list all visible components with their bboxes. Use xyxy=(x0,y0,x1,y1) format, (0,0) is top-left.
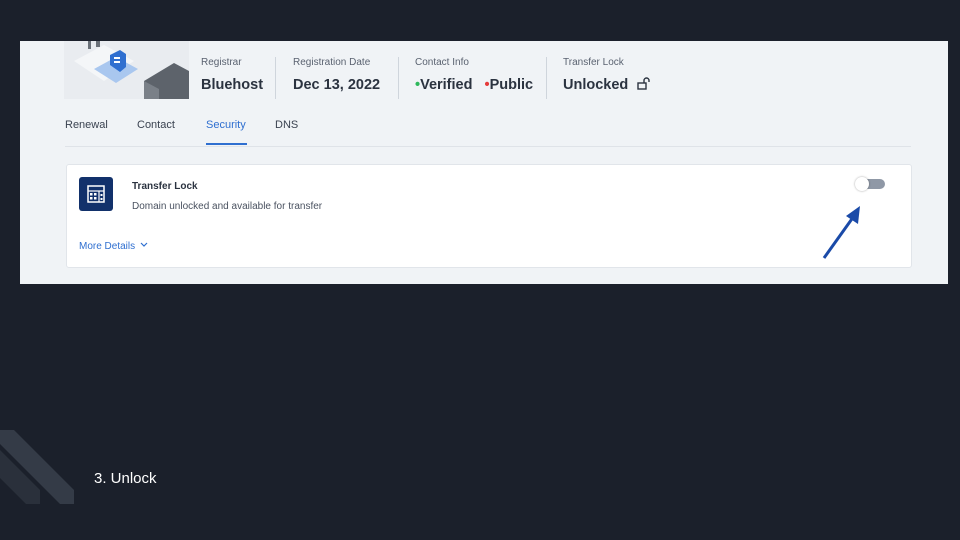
building-icon xyxy=(79,177,113,211)
transfer-lock-card: Transfer Lock Domain unlocked and availa… xyxy=(66,164,912,268)
registration-date-info: Registration Date Dec 13, 2022 xyxy=(293,57,380,94)
transfer-lock-value: Unlocked xyxy=(563,76,651,94)
contact-info: Contact Info •Verified •Public xyxy=(415,57,533,94)
tab-security[interactable]: Security xyxy=(206,119,246,131)
transfer-lock-info: Transfer Lock Unlocked xyxy=(563,57,651,94)
domain-details-panel: Registrar Bluehost Registration Date Dec… xyxy=(20,41,948,284)
tab-renewal[interactable]: Renewal xyxy=(65,119,108,131)
decorative-stripes xyxy=(0,430,74,504)
domain-illustration xyxy=(64,41,189,99)
chevron-down-icon xyxy=(140,242,148,247)
registrar-label: Registrar xyxy=(201,57,242,68)
divider xyxy=(398,57,399,99)
registrar-value: Bluehost xyxy=(201,77,264,93)
unlock-icon xyxy=(637,77,650,90)
domain-tabs: Renewal Contact Security DNS xyxy=(65,116,911,147)
card-title: Transfer Lock xyxy=(132,181,198,192)
tab-contact[interactable]: Contact xyxy=(137,119,175,131)
registration-date-value: Dec 13, 2022 xyxy=(293,77,381,93)
transfer-lock-label: Transfer Lock xyxy=(563,57,624,68)
contact-info-label: Contact Info xyxy=(415,57,469,68)
transfer-lock-status: Unlocked xyxy=(563,77,629,93)
tab-dns[interactable]: DNS xyxy=(275,119,298,131)
card-description: Domain unlocked and available for transf… xyxy=(132,201,323,212)
pointer-arrow-icon xyxy=(822,206,860,259)
verified-status: Verified xyxy=(420,77,473,93)
registrar-info: Registrar Bluehost xyxy=(201,57,263,94)
divider xyxy=(546,57,547,99)
toggle-knob xyxy=(855,177,869,191)
transfer-lock-toggle[interactable] xyxy=(855,177,887,191)
registration-date-label: Registration Date xyxy=(293,57,371,68)
more-details-link[interactable]: More Details xyxy=(79,241,148,252)
more-details-label: More Details xyxy=(79,241,136,252)
divider xyxy=(275,57,276,99)
public-status: Public xyxy=(489,77,534,93)
slide-caption: 3. Unlock xyxy=(94,470,157,487)
contact-info-value: •Verified •Public xyxy=(415,76,533,94)
active-tab-indicator xyxy=(206,143,247,145)
